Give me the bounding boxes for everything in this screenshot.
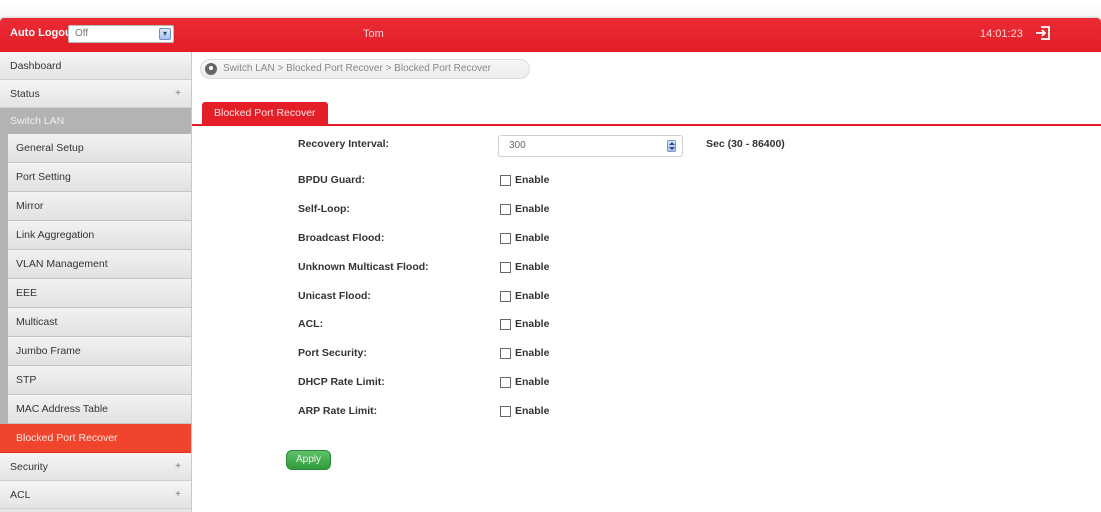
sidebar-subitem-vlan-management[interactable]: VLAN Management	[8, 250, 191, 279]
enable-label: Enable	[515, 376, 550, 388]
sidebar-subitem-jumbo-frame[interactable]: Jumbo Frame	[8, 337, 191, 366]
form-row-label: BPDU Guard:	[298, 174, 366, 186]
spinner-icon[interactable]	[667, 140, 676, 152]
form-row-label: Unknown Multicast Flood:	[298, 261, 429, 273]
sidebar-subitem-mirror[interactable]: Mirror	[8, 192, 191, 221]
form-row-bpdu-guard: BPDU Guard: Enable	[192, 174, 1101, 196]
enable-label: Enable	[515, 290, 550, 302]
sidebar-item-status[interactable]: Status +	[0, 80, 191, 108]
tab-blocked-port-recover[interactable]: Blocked Port Recover	[202, 102, 328, 125]
logout-icon[interactable]	[1034, 24, 1052, 42]
checkbox[interactable]	[500, 377, 511, 388]
sidebar-subitem-blocked-port-recover[interactable]: Blocked Port Recover	[0, 424, 191, 453]
apply-button[interactable]: Apply	[286, 450, 331, 470]
form-row-acl: ACL: Enable	[192, 318, 1101, 340]
sidebar-subitem-label: Blocked Port Recover	[16, 432, 118, 444]
checkbox[interactable]	[500, 204, 511, 215]
enable-label: Enable	[515, 261, 550, 273]
sidebar-submenu-switch-lan: General Setup Port Setting Mirror Link A…	[0, 134, 191, 453]
top-header: Auto Logout : Off ▾ Tom 14:01:23	[0, 0, 1101, 52]
main-content: Switch LAN > Blocked Port Recover > Bloc…	[192, 52, 1101, 512]
checkbox[interactable]	[500, 406, 511, 417]
tab-underline	[192, 124, 1101, 126]
sidebar-item-dashboard[interactable]: Dashboard	[0, 52, 191, 80]
sidebar-subitem-stp[interactable]: STP	[8, 366, 191, 395]
breadcrumb: Switch LAN > Blocked Port Recover > Bloc…	[200, 59, 530, 79]
form-row-self-loop: Self-Loop: Enable	[192, 203, 1101, 225]
recovery-interval-hint: Sec (30 - 86400)	[706, 138, 785, 150]
expand-icon: +	[175, 88, 181, 99]
breadcrumb-text: Switch LAN > Blocked Port Recover > Bloc…	[223, 63, 491, 74]
location-pin-icon	[205, 63, 217, 75]
sidebar-subitem-mac-address-table[interactable]: MAC Address Table	[8, 395, 191, 424]
sidebar-item-label: ACL	[10, 489, 31, 501]
form-row-port-security: Port Security: Enable	[192, 347, 1101, 369]
header-top-strip	[0, 0, 1101, 18]
form-row-label: Unicast Flood:	[298, 290, 371, 302]
sidebar-subitem-link-aggregation[interactable]: Link Aggregation	[8, 221, 191, 250]
checkbox[interactable]	[500, 233, 511, 244]
checkbox[interactable]	[500, 262, 511, 273]
recovery-interval-value: 300	[509, 140, 526, 151]
sidebar-subitem-label: MAC Address Table	[16, 403, 109, 415]
form-row-label: Port Security:	[298, 347, 367, 359]
sidebar-subitem-label: VLAN Management	[16, 258, 108, 270]
enable-label: Enable	[515, 203, 550, 215]
enable-label: Enable	[515, 232, 550, 244]
enable-label: Enable	[515, 174, 550, 186]
form-row-recovery-interval: Recovery Interval: 300 Sec (30 - 86400)	[192, 135, 1101, 160]
clock: 14:01:23	[980, 28, 1023, 40]
form-row-unicast-flood: Unicast Flood: Enable	[192, 290, 1101, 312]
sidebar-subitem-multicast[interactable]: Multicast	[8, 308, 191, 337]
chevron-down-icon: ▾	[159, 28, 171, 40]
checkbox[interactable]	[500, 175, 511, 186]
form-row-label: Self-Loop:	[298, 203, 350, 215]
sidebar-subitem-eee[interactable]: EEE	[8, 279, 191, 308]
sidebar-subitem-label: Multicast	[16, 316, 58, 328]
form-row-label: DHCP Rate Limit:	[298, 376, 385, 388]
form-row-broadcast-flood: Broadcast Flood: Enable	[192, 232, 1101, 254]
sidebar-item-label: Security	[10, 461, 48, 473]
sidebar-item-label: Switch LAN	[10, 115, 65, 127]
sidebar-item-switch-lan[interactable]: Switch LAN	[0, 108, 191, 134]
sidebar-subitem-label: General Setup	[16, 142, 84, 154]
recovery-interval-input[interactable]: 300	[498, 135, 683, 157]
form-row-unknown-multicast-flood: Unknown Multicast Flood: Enable	[192, 261, 1101, 283]
sidebar-subitem-general-setup[interactable]: General Setup	[8, 134, 191, 163]
auto-logout-select[interactable]: Off ▾	[68, 25, 174, 43]
sidebar-subitem-label: Port Setting	[16, 171, 71, 183]
enable-label: Enable	[515, 318, 550, 330]
sidebar: Dashboard Status + Switch LAN General Se…	[0, 52, 192, 512]
enable-label: Enable	[515, 347, 550, 359]
sidebar-item-label: Dashboard	[10, 60, 62, 72]
recovery-interval-label: Recovery Interval:	[298, 138, 390, 150]
checkbox[interactable]	[500, 291, 511, 302]
sidebar-subitem-port-setting[interactable]: Port Setting	[8, 163, 191, 192]
expand-icon: +	[175, 489, 181, 500]
form-row-label: Broadcast Flood:	[298, 232, 385, 244]
checkbox[interactable]	[500, 319, 511, 330]
auto-logout-value: Off	[75, 28, 89, 39]
sidebar-item-label: Status	[10, 88, 40, 100]
sidebar-item-security[interactable]: Security +	[0, 453, 191, 481]
form-row-label: ACL:	[298, 318, 324, 330]
sidebar-item-acl[interactable]: ACL +	[0, 481, 191, 509]
sidebar-subitem-label: STP	[16, 374, 37, 386]
enable-label: Enable	[515, 405, 550, 417]
expand-icon: +	[175, 461, 181, 472]
sidebar-subitem-label: Mirror	[16, 200, 44, 212]
checkbox[interactable]	[500, 348, 511, 359]
form-row-label: ARP Rate Limit:	[298, 405, 378, 417]
user-name: Tom	[363, 28, 384, 40]
form-row-dhcp-rate-limit: DHCP Rate Limit: Enable	[192, 376, 1101, 398]
sidebar-subitem-label: Jumbo Frame	[16, 345, 81, 357]
sidebar-subitem-label: EEE	[16, 287, 38, 299]
form-row-arp-rate-limit: ARP Rate Limit: Enable	[192, 405, 1101, 427]
sidebar-subitem-label: Link Aggregation	[16, 229, 95, 241]
